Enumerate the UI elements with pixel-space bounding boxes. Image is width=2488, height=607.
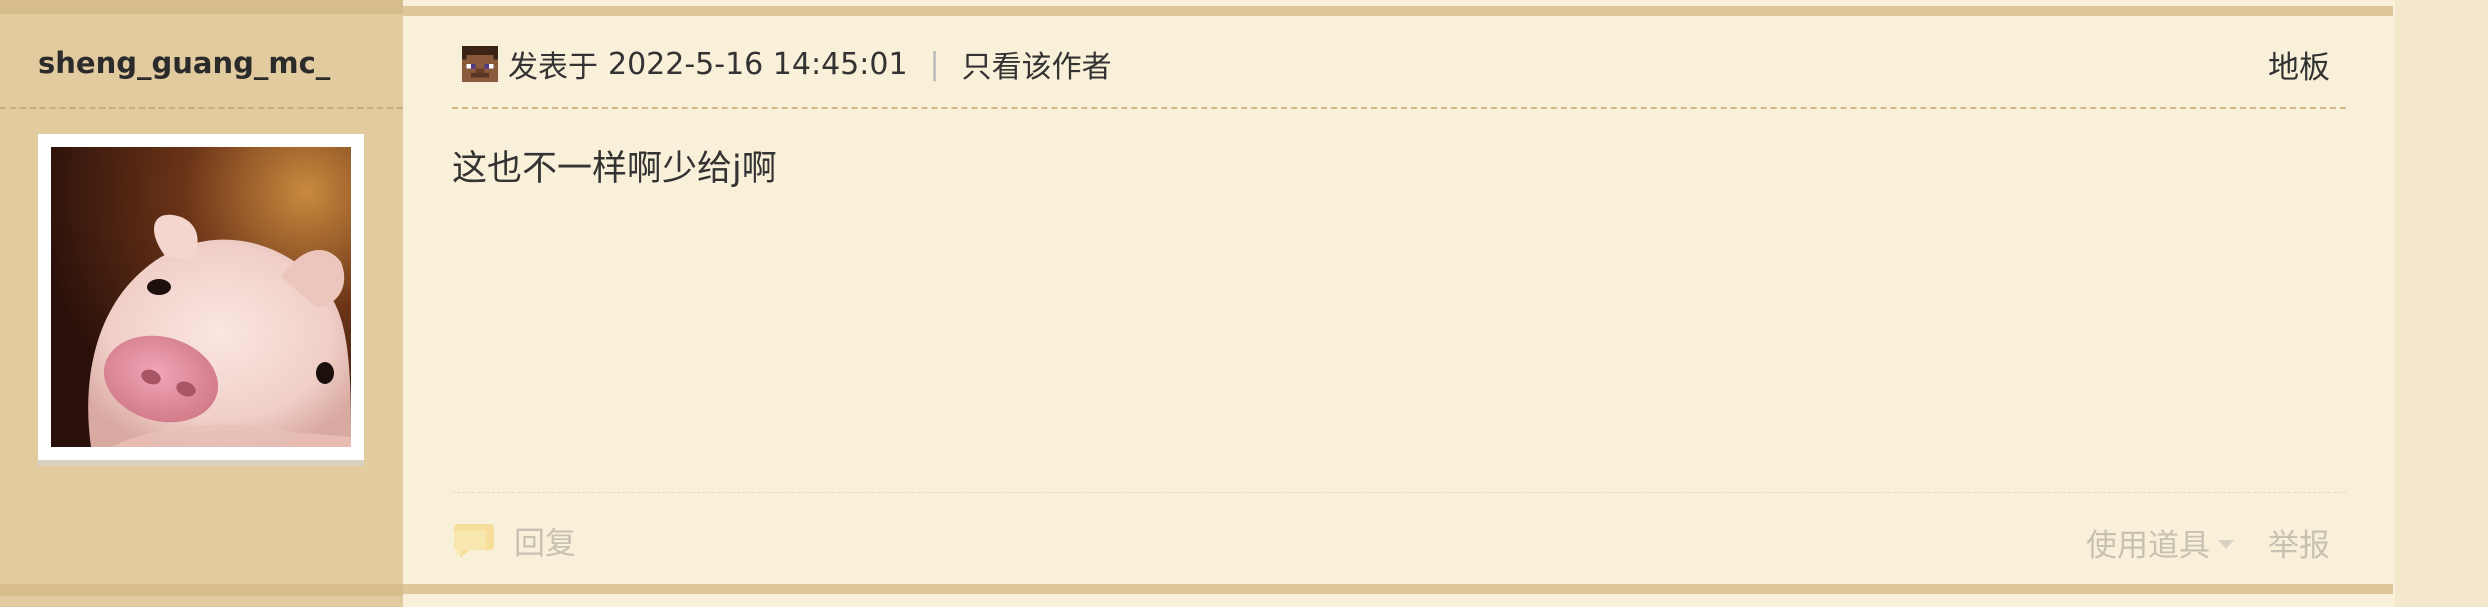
reply-button[interactable]: 回复 xyxy=(452,516,576,564)
posted-time: 2022-5-16 14:45:01 xyxy=(608,46,908,82)
floor-number[interactable]: 地板 xyxy=(2268,42,2330,87)
use-tools-dropdown[interactable]: 使用道具 xyxy=(2086,520,2234,565)
post-meta: 发表于 2022-5-16 14:45:01 | 只看该作者 xyxy=(462,42,1112,86)
footer-divider xyxy=(452,492,2346,493)
reply-icon xyxy=(454,524,494,558)
sidebar-top-band xyxy=(0,0,403,14)
avatar[interactable] xyxy=(51,147,351,447)
forum-post: sheng_guang_mc_ 发表于 2022-5-16 14:45:01 |… xyxy=(0,0,2488,607)
reply-label: 回复 xyxy=(514,525,576,562)
report-button[interactable]: 举报 xyxy=(2268,520,2330,565)
post-content: 这也不一样啊少给j啊 xyxy=(452,149,777,189)
main-bottom-band xyxy=(403,584,2393,594)
pig-avatar-image xyxy=(51,147,351,447)
sidebar-bottom-band xyxy=(0,584,403,596)
right-margin xyxy=(2395,0,2488,607)
main-top-band xyxy=(403,6,2393,16)
post-main xyxy=(403,0,2488,607)
chevron-down-icon xyxy=(2218,540,2234,549)
only-author-link[interactable]: 只看该作者 xyxy=(962,42,1112,86)
posted-prefix: 发表于 xyxy=(508,50,598,85)
author-username[interactable]: sheng_guang_mc_ xyxy=(38,46,330,80)
avatar-frame[interactable] xyxy=(38,134,364,460)
meta-separator: | xyxy=(929,46,940,82)
author-sidebar: sheng_guang_mc_ xyxy=(0,0,403,607)
sidebar-divider xyxy=(0,107,403,109)
use-tools-label: 使用道具 xyxy=(2086,528,2210,564)
header-divider xyxy=(452,107,2346,109)
minecraft-head-icon xyxy=(462,46,498,82)
